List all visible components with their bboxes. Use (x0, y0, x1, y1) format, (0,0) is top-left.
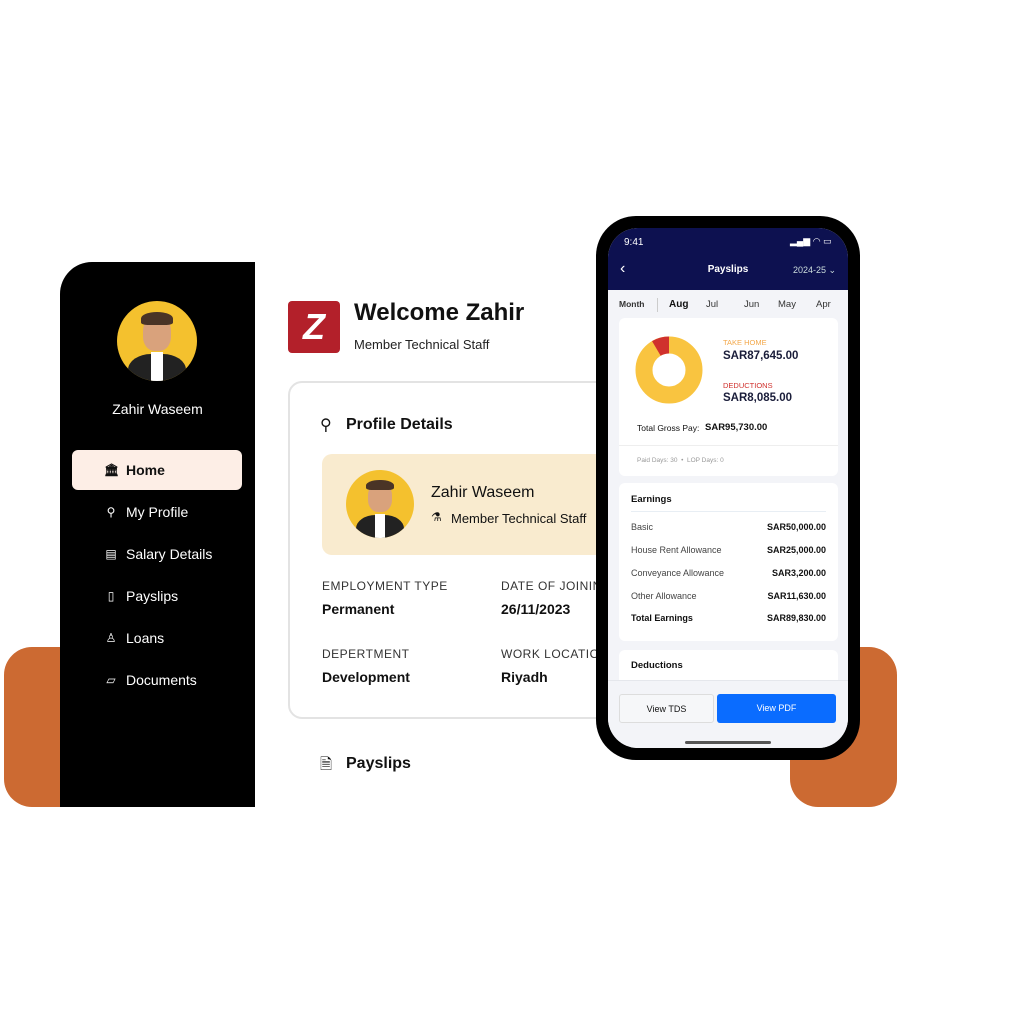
sidebar-item-documents[interactable]: ▱ Documents (72, 660, 242, 700)
summary-card: TAKE HOME SAR87,645.00 DEDUCTIONS SAR8,0… (619, 318, 838, 476)
view-tds-button[interactable]: View TDS (619, 694, 714, 723)
sidebar-item-label: Payslips (126, 588, 179, 604)
earning-row: Conveyance Allowance SAR3,200.00 (619, 568, 838, 578)
payslips-heading: Payslips (346, 755, 411, 772)
field-label: WORK LOCATION (501, 647, 609, 661)
bank-icon: 🏛 (104, 463, 120, 477)
sidebar-item-payslips[interactable]: ▯ Payslips (72, 576, 242, 616)
field-value: Development (322, 669, 410, 685)
total-earnings-row: Total Earnings SAR89,830.00 (619, 613, 838, 623)
person-icon: ⚲ (320, 417, 332, 434)
earnings-title: Earnings (631, 494, 672, 505)
earning-value: SAR3,200.00 (771, 568, 826, 578)
document-icon: ▤ (105, 547, 117, 561)
view-pdf-button[interactable]: View PDF (717, 694, 836, 723)
status-time: 9:41 (624, 237, 644, 248)
earning-row: Other Allowance SAR11,630.00 (619, 591, 838, 601)
month-tab-jul[interactable]: Jul (706, 299, 718, 310)
year-value: 2024-25 (793, 265, 827, 275)
org-icon: ⚗ (431, 510, 442, 524)
earning-row: Basic SAR50,000.00 (619, 522, 838, 532)
earnings-card: Earnings Basic SAR50,000.00 House Rent All… (619, 483, 838, 641)
month-tab-month[interactable]: Month (619, 299, 645, 309)
sidebar-item-home[interactable]: 🏛 Home (72, 450, 242, 490)
year-select[interactable]: 2024-25 ⌄ (793, 265, 836, 276)
month-tab-apr[interactable]: Apr (816, 299, 831, 310)
gross-value: SAR95,730.00 (705, 422, 768, 433)
phone-screen: 9:41 ▂▄▆ ◠ ▭ ‹ Payslips 2024-25 ⌄ Month A… (608, 228, 848, 748)
bottom-bar: View TDS View PDF (608, 680, 848, 748)
sidebar-item-label: Salary Details (126, 546, 213, 562)
earning-value: SAR11,630.00 (767, 591, 826, 601)
welcome-title: Welcome Zahir (354, 299, 525, 326)
earning-value: SAR25,000.00 (766, 545, 826, 555)
take-home-label: TAKE HOME (723, 338, 767, 347)
payslip-icon: ▯ (107, 589, 115, 603)
deductions-value: SAR8,085.00 (723, 392, 793, 404)
month-tab-may[interactable]: May (778, 299, 796, 310)
deductions-title: Deductions (631, 660, 683, 671)
profile-title: Profile Details (346, 416, 453, 433)
profile-role: Member Technical Staff (451, 511, 587, 526)
sidebar-item-label: Documents (126, 672, 197, 688)
logo: Z (288, 301, 340, 353)
payslip-donut (635, 336, 703, 404)
days-info: Paid Days: 30 • LOP Days: 0 (637, 457, 724, 464)
welcome-role: Member Technical Staff (354, 337, 490, 352)
person-icon: ⚲ (106, 505, 116, 519)
payslip-icon: 🗎 (320, 756, 333, 773)
gross-label: Total Gross Pay: (637, 423, 700, 433)
earning-label: Basic (631, 522, 654, 532)
field-label: DEPERTMENT (322, 647, 410, 661)
field-value: Permanent (322, 601, 395, 617)
field-value: Riyadh (501, 669, 548, 685)
sidebar-item-label: My Profile (126, 504, 189, 520)
sidebar-item-loans[interactable]: ♙ Loans (72, 618, 242, 658)
sidebar-item-salary-details[interactable]: ▤ Salary Details (72, 534, 242, 574)
profile-avatar (346, 470, 414, 538)
loan-icon: ♙ (105, 631, 117, 645)
field-value: 26/11/2023 (501, 601, 571, 617)
month-tab-jun[interactable]: Jun (744, 299, 759, 310)
earning-label: Other Allowance (631, 591, 697, 601)
phone-header: 9:41 ▂▄▆ ◠ ▭ ‹ Payslips 2024-25 ⌄ (608, 228, 848, 290)
sidebar-item-label: Loans (126, 630, 165, 646)
earning-row: House Rent Allowance SAR25,000.00 (619, 545, 838, 555)
sidebar-item-label: Home (126, 462, 165, 478)
home-indicator (685, 741, 771, 744)
earning-value: SAR50,000.00 (766, 522, 826, 532)
field-label: EMPLOYMENT TYPE (322, 579, 448, 593)
total-label: Total Earnings (631, 613, 693, 623)
earning-label: Conveyance Allowance (631, 568, 725, 578)
earning-label: House Rent Allowance (631, 545, 722, 555)
status-icons: ▂▄▆ ◠ ▭ (790, 236, 832, 246)
sidebar-item-my-profile[interactable]: ⚲ My Profile (72, 492, 242, 532)
folder-icon: ▱ (106, 673, 116, 687)
avatar (117, 301, 197, 381)
month-tab-aug[interactable]: Aug (669, 299, 688, 310)
deductions-label: DEDUCTIONS (723, 381, 773, 390)
user-name: Zahir Waseem (112, 401, 203, 417)
total-value: SAR89,830.00 (766, 613, 826, 623)
profile-name: Zahir Waseem (431, 484, 535, 501)
take-home-value: SAR87,645.00 (723, 350, 799, 362)
